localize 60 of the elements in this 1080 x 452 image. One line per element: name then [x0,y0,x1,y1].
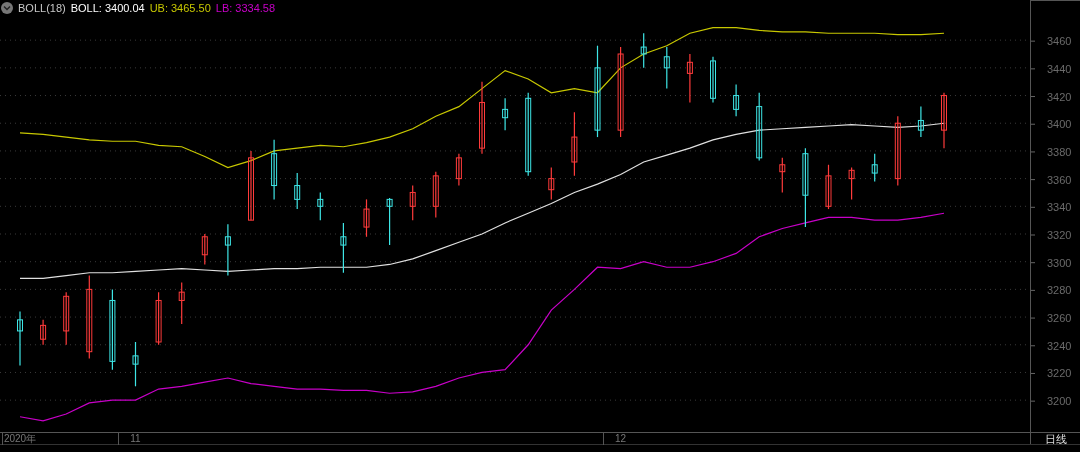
ohlc-bar [340,222,347,274]
axis-label: 3200 [1047,395,1072,408]
ohlc-bar [894,115,901,187]
axis-label: 3360 [1047,173,1072,186]
ohlc-bar [155,291,162,346]
ohlc-bar [363,198,370,238]
axis-label: 3300 [1047,256,1072,269]
ohlc-bar [455,153,462,187]
ohlc-bar [779,157,786,194]
ohlc-bar [571,111,578,177]
ohlc-bar [663,46,670,90]
period-button[interactable]: 日线 [1030,433,1080,445]
axis-label: 3240 [1047,339,1072,352]
axis-label: 3400 [1047,118,1072,131]
ohlc-bar [132,341,139,387]
ohlc-bar [224,223,231,277]
indicator-title: BOLL(18) [18,1,66,15]
axis-label: 3460 [1047,35,1072,48]
axis-label: 3220 [1047,367,1072,380]
ohlc-bar [409,184,416,221]
ohlc-bar [386,197,393,246]
ohlc-bar [848,166,855,200]
axis-label: 3420 [1047,90,1072,103]
ohlc-bar [917,106,924,138]
ohlc-bar [201,233,208,266]
axis-label: 2020年 [2,433,38,445]
ohlc-bar [432,171,439,218]
ohlc-bar [271,139,278,200]
axis-label: 3340 [1047,201,1072,214]
ohlc-bar [63,291,70,346]
axis-label: 3280 [1047,284,1072,297]
ohlc-bar [825,164,832,210]
ohlc-bar [294,172,301,210]
collapse-icon[interactable] [1,2,13,14]
ohlc-bar [941,92,947,149]
ohlc-bar [640,32,647,69]
ohlc-bar [756,92,763,162]
legend-value: 3465.50 [171,1,211,15]
legend-label: UB: [149,1,168,15]
axis-label: 3260 [1047,312,1072,325]
ohlc-bar [40,319,47,346]
axis-label: 3320 [1047,229,1072,241]
ohlc-bar [178,281,185,325]
ohlc-bar [502,97,509,131]
axis-label: 12 [614,433,628,445]
axis-label: 3380 [1047,145,1072,158]
ohlc-bar [733,83,740,117]
ohlc-bar [710,56,716,104]
ohlc-bar [317,191,324,221]
ohlc-bar [686,53,693,104]
legend-label: LB: [215,1,233,15]
ohlc-bar [871,153,878,182]
ohlc-bar [17,310,23,367]
legend-value: 3400.04 [104,1,145,15]
legend-value: 3334.58 [235,1,276,15]
axis-label: 3440 [1047,62,1072,75]
ohlc-bar [548,166,555,200]
ohlc-bar [248,150,254,221]
axis-label: 11 [129,433,142,445]
legend-label: BOLL: [70,1,102,15]
